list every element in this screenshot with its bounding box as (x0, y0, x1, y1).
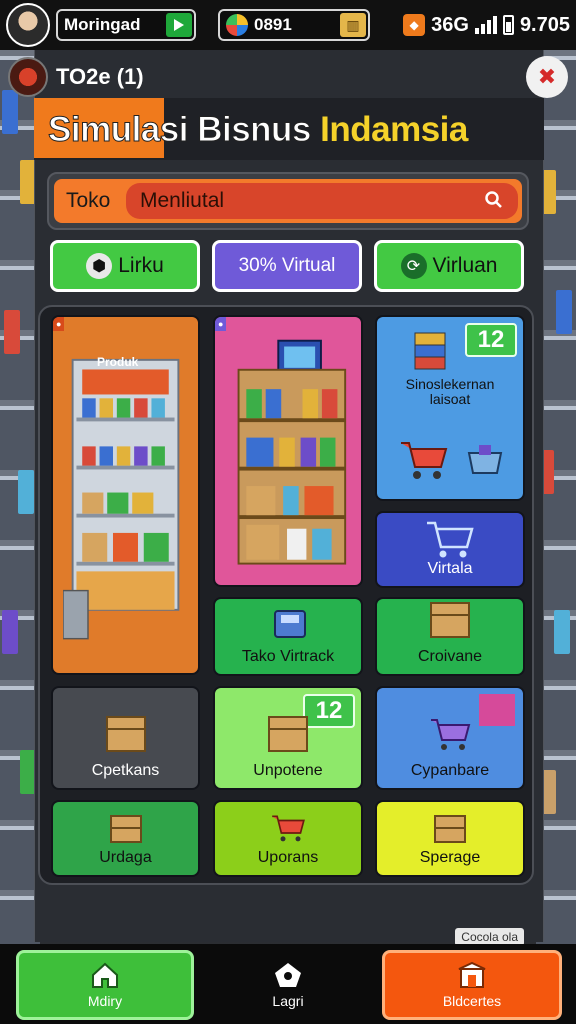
store-id-label: TO2e (1) (56, 64, 144, 89)
cart-icon (431, 719, 471, 751)
system-time: 9.705 (519, 13, 570, 36)
sperage-label: Sperage (419, 849, 481, 867)
register-icon (274, 610, 306, 638)
tab-lirku[interactable]: ⬢ Lirku (50, 240, 200, 292)
cypanbare-card[interactable]: Cypanbare (375, 686, 525, 790)
cart-icon (272, 815, 305, 842)
box-icon: ⬢ (86, 253, 113, 279)
tag-marker (479, 694, 515, 726)
product-box (556, 290, 572, 334)
store-icon (458, 961, 486, 988)
battery-icon (502, 15, 514, 35)
info-card[interactable]: 12 Sinoslekernan laisoat (375, 315, 525, 501)
package-icon (434, 815, 466, 844)
tako-card[interactable]: Tako Virtrack (213, 597, 363, 676)
tab-label: 30% Virtual (238, 255, 336, 276)
package-icon (268, 716, 308, 753)
status-bar: Moringad 0891 ▥ ◆ 36G 9.705 (0, 0, 576, 50)
count-badge: 12 (465, 323, 517, 357)
nav-center-button[interactable]: Lagri (236, 950, 340, 1020)
nav-home-label: Mdiry (87, 993, 123, 1009)
signal-bars-icon (474, 16, 497, 34)
search-bar: Toko Menliutal (54, 179, 522, 223)
shelf-illustration (63, 358, 180, 640)
avatar[interactable] (6, 3, 50, 47)
currency-pill[interactable]: 0891 ▥ (218, 9, 370, 41)
info-text-2: laisoat (429, 391, 471, 408)
cart-icon (401, 442, 448, 479)
player-name-pill[interactable]: Moringad (56, 9, 196, 41)
package-icon (430, 602, 470, 639)
coin-icon (226, 14, 248, 36)
store-logo-icon[interactable] (8, 57, 48, 97)
cpetkans-label: Cpetkans (91, 762, 160, 780)
tab-virluan[interactable]: ⟳ Virluan (374, 240, 524, 292)
croivane-label: Croivane (417, 648, 483, 666)
pentagon-icon (275, 963, 301, 987)
add-currency-icon[interactable]: ▥ (340, 13, 366, 37)
virtala-label: Virtala (427, 560, 473, 578)
title-word-3: Indamsia (320, 110, 468, 149)
package-icon (105, 716, 146, 753)
unpotene-card[interactable]: 12 Unpotene (213, 686, 363, 790)
shelf-card-produk[interactable]: ● Produk (51, 315, 200, 675)
product-box (2, 610, 18, 654)
title-word-1: Simulasi (48, 110, 189, 150)
title-word-2: Bisnus (197, 110, 312, 150)
search-container: Toko Menliutal (47, 172, 529, 230)
basket-icon (467, 445, 503, 474)
shelf-card-display[interactable]: ● (213, 315, 363, 587)
currency-value: 0891 (254, 15, 292, 34)
display-rack-illustration (237, 339, 347, 565)
nav-right-button[interactable]: Bldcertes (382, 950, 562, 1020)
search-input[interactable]: Menliutal (126, 183, 518, 219)
settings-tools-icon[interactable]: ✖ (526, 56, 568, 98)
shelf-tag-label: Produk (97, 355, 139, 369)
urdaga-card[interactable]: Urdaga (51, 800, 200, 877)
nav-center-label: Lagri (272, 993, 304, 1009)
search-value: Menliutal (140, 189, 225, 212)
virtala-card[interactable]: Virtala (375, 511, 525, 588)
product-stack-icon (414, 332, 446, 370)
croivane-card[interactable]: Croivane (375, 597, 525, 676)
count-badge: 12 (303, 694, 355, 728)
tab-label: Virluan (432, 254, 498, 277)
new-badge: ● (215, 317, 227, 331)
notification-icon: ◆ (403, 14, 426, 36)
product-box (4, 310, 20, 354)
new-badge: ● (53, 317, 65, 331)
search-icon[interactable] (484, 190, 504, 210)
tab-virtual[interactable]: 30% Virtual (212, 240, 362, 292)
tab-label: Lirku (118, 254, 164, 277)
sperage-card[interactable]: Sperage (375, 800, 525, 877)
store-id: TO2e (1) (8, 57, 144, 97)
signal-text: 36G (431, 13, 469, 36)
product-box (18, 470, 34, 514)
product-box (554, 610, 570, 654)
system-indicators: ◆ 36G 9.705 (403, 14, 570, 37)
uporans-card[interactable]: Uporans (213, 800, 363, 877)
urdaga-label: Urdaga (99, 849, 152, 867)
play-icon[interactable] (166, 13, 192, 37)
nav-right-label: Bldcertes (442, 993, 502, 1009)
tab-bar: ⬢ Lirku 30% Virtual ⟳ Virluan (50, 240, 524, 292)
page-title: Simulasi Bisnus Indamsia (48, 110, 469, 150)
refresh-icon: ⟳ (400, 253, 427, 279)
package-icon (109, 815, 142, 844)
cypanbare-label: Cypanbare (410, 762, 490, 780)
unpotene-label: Unpotene (253, 762, 323, 780)
cart-icon (427, 521, 474, 558)
tako-label: Tako Virtrack (241, 648, 335, 666)
home-icon (92, 962, 118, 988)
search-label: Toko (66, 189, 111, 212)
nav-home-button[interactable]: Mdiry (16, 950, 194, 1020)
info-text-1: Sinoslekernan (405, 376, 495, 392)
cpetkans-card[interactable]: Cpetkans (51, 686, 200, 790)
player-name: Moringad (64, 15, 141, 34)
uporans-label: Uporans (257, 849, 319, 867)
